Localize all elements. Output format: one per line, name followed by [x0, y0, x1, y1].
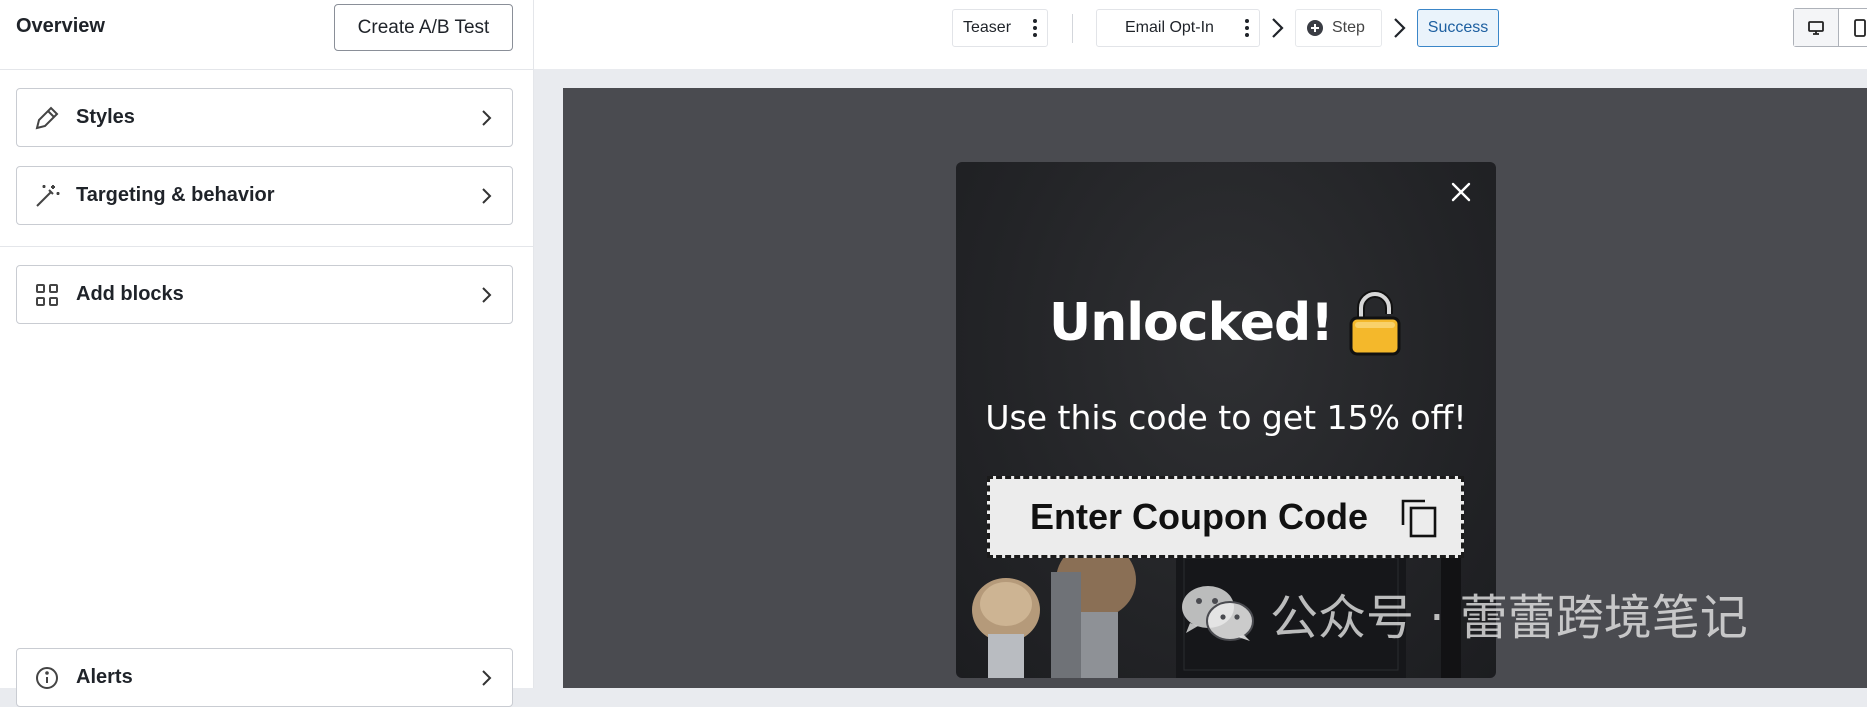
targeting-behavior-panel[interactable]: Targeting & behavior	[16, 166, 513, 225]
wechat-icon	[1180, 583, 1256, 643]
add-blocks-panel[interactable]: Add blocks	[16, 265, 513, 324]
blocks-grid-icon	[32, 280, 62, 310]
styles-panel[interactable]: Styles	[16, 88, 513, 147]
copy-icon[interactable]	[1397, 495, 1441, 539]
unlocked-padlock-icon	[1347, 290, 1403, 356]
magic-wand-icon	[32, 181, 62, 211]
create-ab-test-button[interactable]: Create A/B Test	[334, 4, 513, 51]
chevron-right-icon	[476, 668, 496, 688]
sidebar-divider	[0, 246, 533, 247]
sidebar-divider	[0, 69, 533, 70]
mobile-icon	[1853, 19, 1867, 37]
panel-label-alerts: Alerts	[76, 666, 476, 689]
toolbar-divider	[1072, 14, 1073, 43]
chevron-right-icon	[476, 108, 496, 128]
device-toggle	[1793, 8, 1867, 47]
add-step-label: Step	[1332, 19, 1365, 37]
pencil-icon	[32, 103, 62, 133]
add-step-button[interactable]: Step	[1295, 9, 1382, 47]
flow-arrow-icon	[1392, 16, 1408, 40]
panel-label-add-blocks: Add blocks	[76, 283, 476, 306]
alerts-panel[interactable]: Alerts	[16, 648, 513, 707]
info-icon	[32, 663, 62, 693]
coupon-code-box[interactable]: Enter Coupon Code	[987, 476, 1464, 558]
chevron-right-icon	[476, 186, 496, 206]
watermark: 公众号 · 蕾蕾跨境笔记	[1180, 578, 1748, 648]
left-sidebar: Overview Create A/B Test Styles Targe	[0, 0, 534, 688]
mobile-view-button[interactable]	[1839, 9, 1867, 46]
plus-circle-icon	[1306, 19, 1324, 37]
panel-label-targeting: Targeting & behavior	[76, 184, 476, 207]
step-label-teaser: Teaser	[963, 19, 1011, 37]
watermark-text: 公众号 · 蕾蕾跨境笔记	[1270, 578, 1748, 648]
more-options-icon[interactable]	[1245, 19, 1249, 37]
desktop-icon	[1807, 20, 1825, 36]
step-teaser[interactable]: Teaser	[952, 9, 1048, 47]
more-options-icon[interactable]	[1033, 19, 1037, 37]
sidebar-header: Overview Create A/B Test	[0, 0, 533, 56]
desktop-view-button[interactable]	[1794, 9, 1839, 46]
headline-text: Unlocked!	[1049, 293, 1333, 353]
flow-arrow-icon	[1270, 16, 1286, 40]
step-success[interactable]: Success	[1417, 9, 1499, 47]
popup-subline: Use this code to get 15% off!	[956, 398, 1496, 437]
sidebar-title: Overview	[16, 15, 105, 38]
step-email-opt-in[interactable]: Email Opt-In	[1096, 9, 1260, 47]
chevron-right-icon	[476, 285, 496, 305]
panel-label-styles: Styles	[76, 106, 476, 129]
popup-headline: Unlocked!	[956, 290, 1496, 356]
close-icon[interactable]	[1446, 177, 1476, 207]
step-label-email-opt-in: Email Opt-In	[1125, 19, 1214, 37]
coupon-code-text: Enter Coupon Code	[1030, 496, 1397, 538]
